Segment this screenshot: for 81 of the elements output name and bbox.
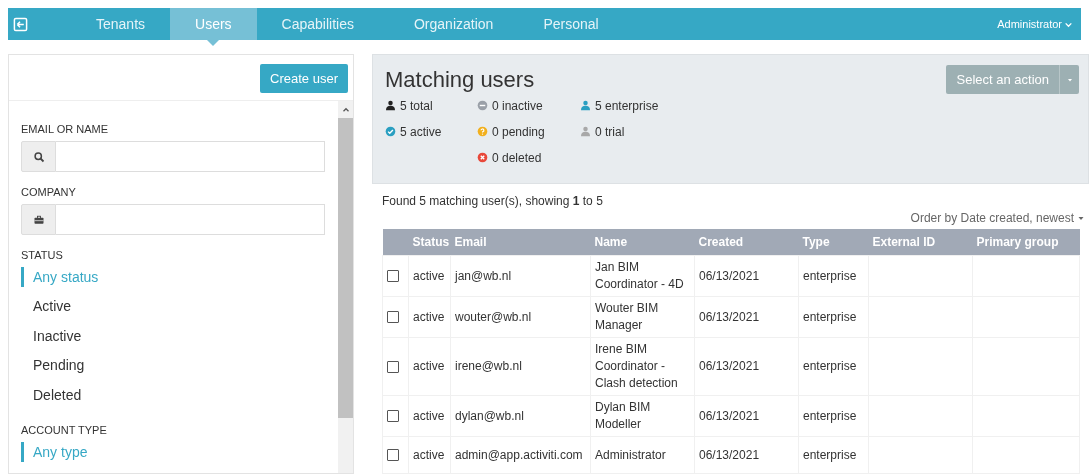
stat-text: 5 active <box>400 124 442 139</box>
input-field[interactable] <box>56 141 325 172</box>
column-header: Status <box>408 229 451 256</box>
column-header: External ID <box>868 229 973 256</box>
table-cell: Irene BIM Coordinator - Clash detection <box>590 337 695 396</box>
table-cell: enterprise <box>798 395 869 437</box>
field-label: EMAIL OR NAME <box>21 123 109 135</box>
column-header: Email <box>450 229 591 256</box>
table-cell: active <box>408 255 451 297</box>
check-circle-icon <box>385 126 396 137</box>
column-header: Created <box>694 229 799 256</box>
table-cell: active <box>408 395 451 437</box>
scrollbar-thumb[interactable] <box>338 118 353 418</box>
table-cell: Dylan BIM Modeller <box>590 395 695 437</box>
stat-text: 0 trial <box>595 124 625 139</box>
table-cell: 06/13/2021 <box>694 296 799 338</box>
table-cell: enterprise <box>798 296 869 338</box>
filter-option[interactable]: Deleted <box>21 380 326 410</box>
input-field[interactable] <box>56 204 325 235</box>
row-checkbox[interactable] <box>387 449 399 462</box>
person-icon <box>580 100 591 111</box>
table-cell: active <box>408 436 451 474</box>
table-cell: 06/13/2021 <box>694 436 799 474</box>
filter-option[interactable]: Active <box>21 292 326 322</box>
column-header: Primary group <box>972 229 1080 256</box>
page-title: Matching users <box>385 67 535 93</box>
minus-circle-icon <box>477 100 488 111</box>
table-cell: 06/13/2021 <box>694 395 799 437</box>
table-cell: Administrator <box>590 436 695 474</box>
table-cell: active <box>408 296 451 338</box>
table-cell: 06/13/2021 <box>694 255 799 297</box>
select-action-button[interactable]: Select an action <box>946 65 1059 94</box>
order-dropdown[interactable]: Order by Date created, newest <box>910 211 1085 225</box>
stat-text: 0 pending <box>492 124 545 139</box>
table-cell: enterprise <box>798 255 869 297</box>
question-circle-icon <box>477 126 488 137</box>
result-count: Found 5 matching user(s), showing 1 to 5 <box>382 194 603 210</box>
stat-text: 5 total <box>400 98 433 113</box>
user-menu[interactable]: Administrator <box>997 8 1073 40</box>
table-cell: 06/13/2021 <box>694 337 799 396</box>
nav-tab[interactable]: Personal <box>523 8 619 40</box>
nav-tab[interactable]: Capabilities <box>256 8 384 40</box>
filter-option[interactable]: Any type <box>21 442 326 462</box>
person-icon <box>385 100 396 111</box>
table-header <box>382 229 409 256</box>
table-cell: wouter@wb.nl <box>450 296 591 338</box>
briefcase-icon <box>32 213 45 226</box>
create-user-button[interactable]: Create user <box>260 64 348 93</box>
column-header: Name <box>590 229 695 256</box>
stat-text: 0 deleted <box>492 150 542 165</box>
table-cell: admin@app.activiti.com <box>450 436 591 474</box>
row-checkbox[interactable] <box>387 360 399 373</box>
table-cell: irene@wb.nl <box>450 337 591 396</box>
row-checkbox[interactable] <box>387 410 399 423</box>
person-icon <box>580 126 591 137</box>
nav-tab[interactable]: Tenants <box>48 8 171 40</box>
search-icon <box>32 150 45 163</box>
table-cell: Jan BIM Coordinator - 4D <box>590 255 695 297</box>
nav-tab[interactable]: Organization <box>384 8 524 40</box>
tab-pointer-icon <box>207 40 220 46</box>
row-checkbox[interactable] <box>387 270 399 283</box>
filter-label: STATUS <box>21 249 64 261</box>
field-label: COMPANY <box>21 186 77 198</box>
stat-text: 0 inactive <box>492 98 543 113</box>
filter-option[interactable]: Any status <box>21 267 326 287</box>
x-circle-icon <box>477 152 488 163</box>
table-cell: Wouter BIM Manager <box>590 296 695 338</box>
caret-icon <box>1077 214 1085 222</box>
table-cell: active <box>408 337 451 396</box>
table-cell: jan@wb.nl <box>450 255 591 297</box>
table-cell: dylan@wb.nl <box>450 395 591 437</box>
scrollbar[interactable] <box>338 101 353 473</box>
exit-icon <box>13 16 28 32</box>
filter-option[interactable]: Pending <box>21 351 326 381</box>
filter-option[interactable]: Inactive <box>21 321 326 351</box>
table-cell: enterprise <box>798 337 869 396</box>
row-checkbox[interactable] <box>387 311 399 324</box>
table-cell: enterprise <box>798 436 869 474</box>
filter-label: ACCOUNT TYPE <box>21 424 108 436</box>
stat-text: 5 enterprise <box>595 98 659 113</box>
column-header: Type <box>798 229 869 256</box>
